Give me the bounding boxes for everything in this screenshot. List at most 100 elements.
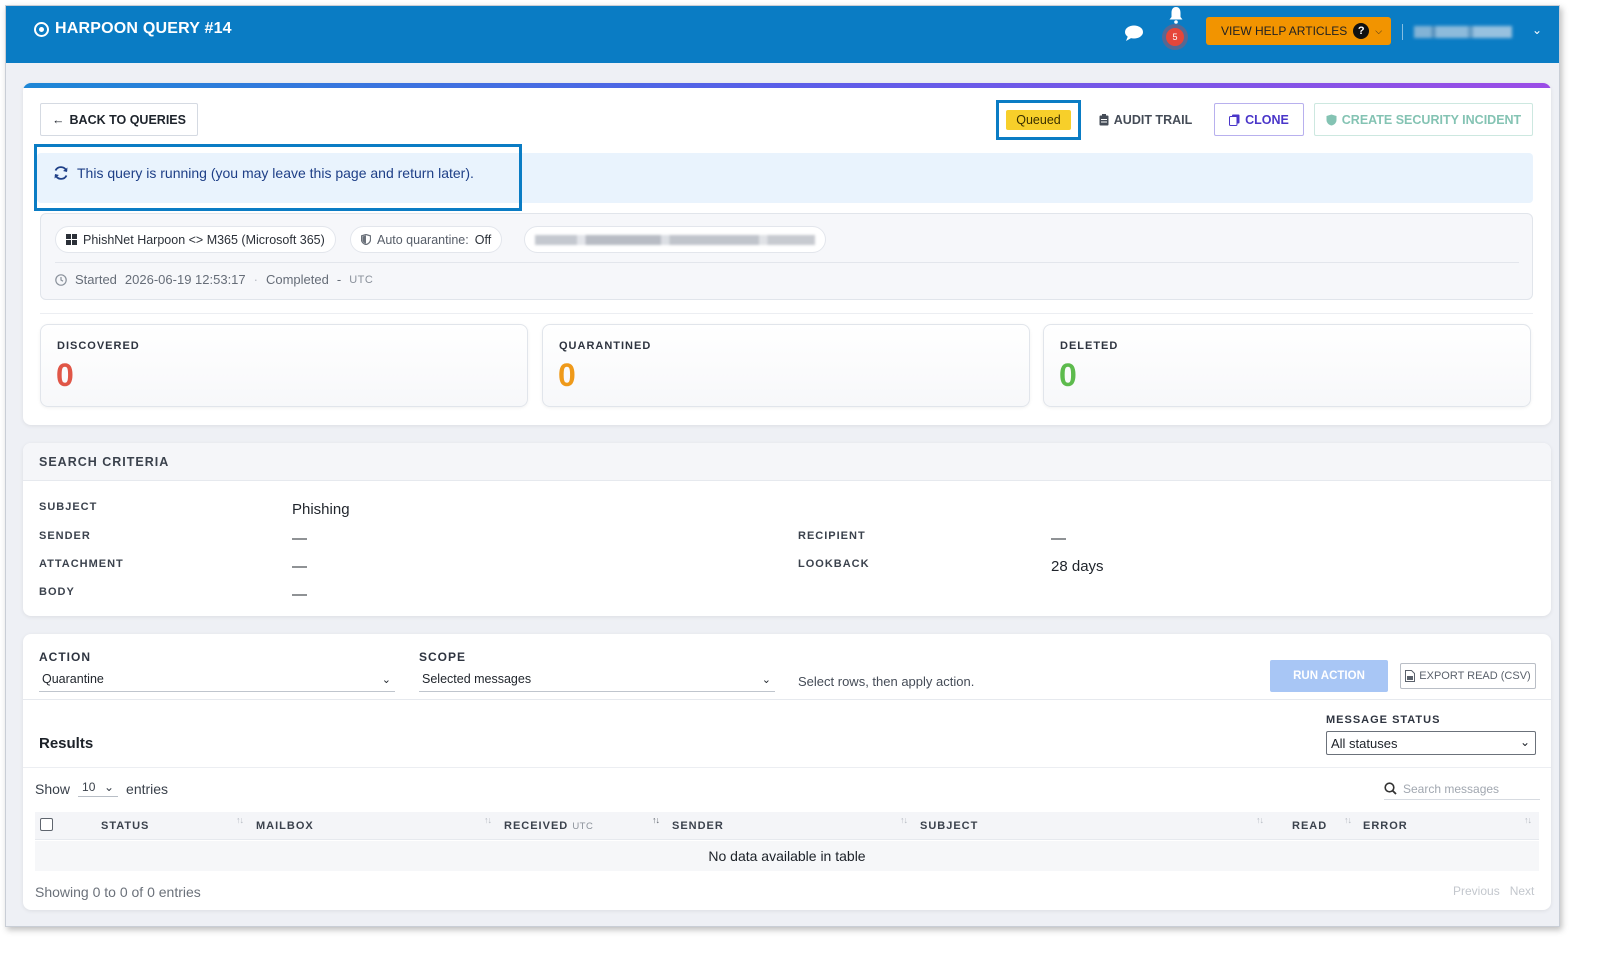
query-overview-card: ← BACK TO QUERIES Queued AUDIT TRAIL CLO… (23, 83, 1551, 425)
separator-dot: · (253, 272, 258, 287)
pagination: Previous Next (1453, 884, 1534, 898)
action-select[interactable]: Quarantine ⌄ (39, 672, 395, 692)
audit-trail-label: AUDIT TRAIL (1113, 112, 1193, 127)
windows-logo-icon (66, 234, 77, 245)
back-to-queries-button[interactable]: ← BACK TO QUERIES (40, 103, 198, 136)
column-read[interactable]: READ (1292, 820, 1327, 832)
sender-label: SENDER (39, 530, 91, 542)
meta-divider (55, 262, 1519, 263)
user-menu-chevron-icon[interactable]: ⌄ (1532, 23, 1542, 37)
bell-icon[interactable] (1168, 6, 1184, 24)
next-page-button[interactable]: Next (1510, 884, 1535, 898)
chat-bubble-icon[interactable] (1124, 25, 1144, 41)
search-messages-input[interactable]: Search messages (1384, 778, 1540, 800)
view-help-articles-button[interactable]: VIEW HELP ARTICLES ? ⌵ (1206, 17, 1391, 45)
column-subject[interactable]: SUBJECT (920, 820, 978, 832)
column-mailbox[interactable]: MAILBOX (256, 820, 314, 832)
export-label: EXPORT READ (CSV) (1419, 670, 1531, 682)
column-received-timezone: UTC (572, 821, 594, 832)
clone-label: CLONE (1245, 112, 1289, 127)
show-label: Show (35, 780, 71, 797)
target-icon (34, 21, 49, 37)
help-button-label: VIEW HELP ARTICLES (1221, 24, 1348, 38)
action-hint: Select rows, then apply action. (798, 674, 975, 689)
table-info: Showing 0 to 0 of 0 entries (35, 884, 201, 900)
actions-divider (23, 699, 1551, 700)
previous-page-button[interactable]: Previous (1453, 884, 1500, 898)
lookback-value: 28 days (1051, 558, 1104, 575)
integration-name: PhishNet Harpoon <> M365 (Microsoft 365) (83, 232, 325, 247)
column-error[interactable]: ERROR (1363, 820, 1408, 832)
sort-icon[interactable]: ↑↓ (1344, 815, 1352, 825)
results-divider (23, 767, 1551, 768)
completed-label: Completed (265, 272, 329, 287)
started-value: 2026-06-19 12:53:17 (124, 272, 246, 287)
timezone-label: UTC (349, 273, 374, 286)
user-menu-name-redacted[interactable] (1414, 26, 1512, 38)
message-status-value: All statuses (1331, 736, 1398, 751)
query-timestamps: Started 2026-06-19 12:53:17 · Completed … (55, 272, 373, 287)
chevron-down-icon: ⌄ (761, 674, 771, 686)
sort-icon[interactable]: ↑↓ (1256, 815, 1264, 825)
stats-divider (40, 313, 1533, 314)
app-title: HARPOON QUERY #14 (34, 20, 232, 38)
query-meta-panel: PhishNet Harpoon <> M365 (Microsoft 365)… (40, 213, 1533, 300)
lookback-label: LOOKBACK (798, 558, 870, 570)
sort-icon[interactable]: ↑↓ (484, 815, 492, 825)
clipboard-icon (1099, 113, 1109, 125)
navbar-divider (1402, 24, 1403, 40)
run-action-button[interactable]: RUN ACTION (1270, 660, 1388, 692)
back-button-label: BACK TO QUERIES (69, 112, 186, 127)
copy-icon (1229, 114, 1240, 126)
results-card: ACTION Quarantine ⌄ SCOPE Selected messa… (23, 634, 1551, 910)
auto-quarantine-pill: Auto quarantine: Off (350, 226, 503, 253)
status-badge: Queued (1006, 110, 1071, 130)
clock-icon (55, 273, 67, 286)
running-message: This query is running (you may leave thi… (53, 165, 474, 181)
chevron-down-icon: ⌄ (1519, 735, 1530, 749)
started-label: Started (75, 272, 117, 287)
scope-label: SCOPE (419, 650, 467, 664)
card-accent-bar (23, 83, 1551, 88)
scope-select-value: Selected messages (422, 672, 532, 686)
body-label: BODY (39, 586, 75, 598)
page-length-select[interactable]: 10 ⌄ (78, 780, 119, 797)
results-title: Results (39, 735, 94, 752)
scope-select[interactable]: Selected messages ⌄ (419, 672, 775, 692)
column-received[interactable]: RECEIVED UTC (504, 820, 593, 832)
shield-icon (1326, 114, 1337, 125)
stat-value: 0 (1059, 357, 1077, 393)
message-status-label: MESSAGE STATUS (1326, 714, 1441, 726)
audit-trail-button[interactable]: AUDIT TRAIL (1087, 103, 1204, 136)
chevron-down-icon: ⌄ (381, 674, 391, 686)
running-message-text: This query is running (you may leave thi… (77, 165, 474, 181)
select-all-checkbox[interactable] (40, 818, 53, 831)
stat-deleted: DELETED 0 (1043, 324, 1531, 407)
auto-quarantine-label: Auto quarantine: (377, 232, 469, 247)
export-read-csv-button[interactable]: EXPORT READ (CSV) (1400, 663, 1536, 689)
app-title-text: HARPOON QUERY #14 (55, 20, 232, 37)
sort-icon[interactable]: ↑↓ (900, 815, 908, 825)
subject-label: SUBJECT (39, 501, 98, 513)
chevron-down-icon: ⌄ (103, 780, 115, 794)
results-table-header: STATUS ↑↓ MAILBOX ↑↓ RECEIVED UTC ↑↓ SEN… (35, 812, 1539, 840)
column-sender[interactable]: SENDER (672, 820, 724, 832)
sort-icon[interactable]: ↑↓ (1524, 815, 1532, 825)
search-icon (1384, 782, 1397, 795)
clone-button[interactable]: CLONE (1214, 103, 1304, 136)
empty-table-message: No data available in table (35, 841, 1539, 871)
recipient-label: RECIPIENT (798, 530, 866, 542)
app-window: HARPOON QUERY #14 5 VIEW HELP ARTICLES ?… (5, 5, 1560, 927)
body-value: — (292, 586, 307, 603)
column-status[interactable]: STATUS (101, 820, 149, 832)
notification-count-badge[interactable]: 5 (1166, 28, 1184, 46)
page-length-control: Show 10 ⌄ entries (35, 780, 168, 797)
create-security-incident-button[interactable]: CREATE SECURITY INCIDENT (1314, 103, 1533, 136)
sort-icon-active[interactable]: ↑↓ (652, 815, 660, 825)
arrow-left-icon: ← (52, 112, 65, 127)
integration-pill: PhishNet Harpoon <> M365 (Microsoft 365) (55, 226, 336, 253)
search-placeholder: Search messages (1403, 781, 1500, 796)
stat-label: QUARANTINED (559, 340, 652, 352)
message-status-select[interactable]: All statuses ⌄ (1326, 731, 1536, 755)
sort-icon[interactable]: ↑↓ (236, 815, 244, 825)
